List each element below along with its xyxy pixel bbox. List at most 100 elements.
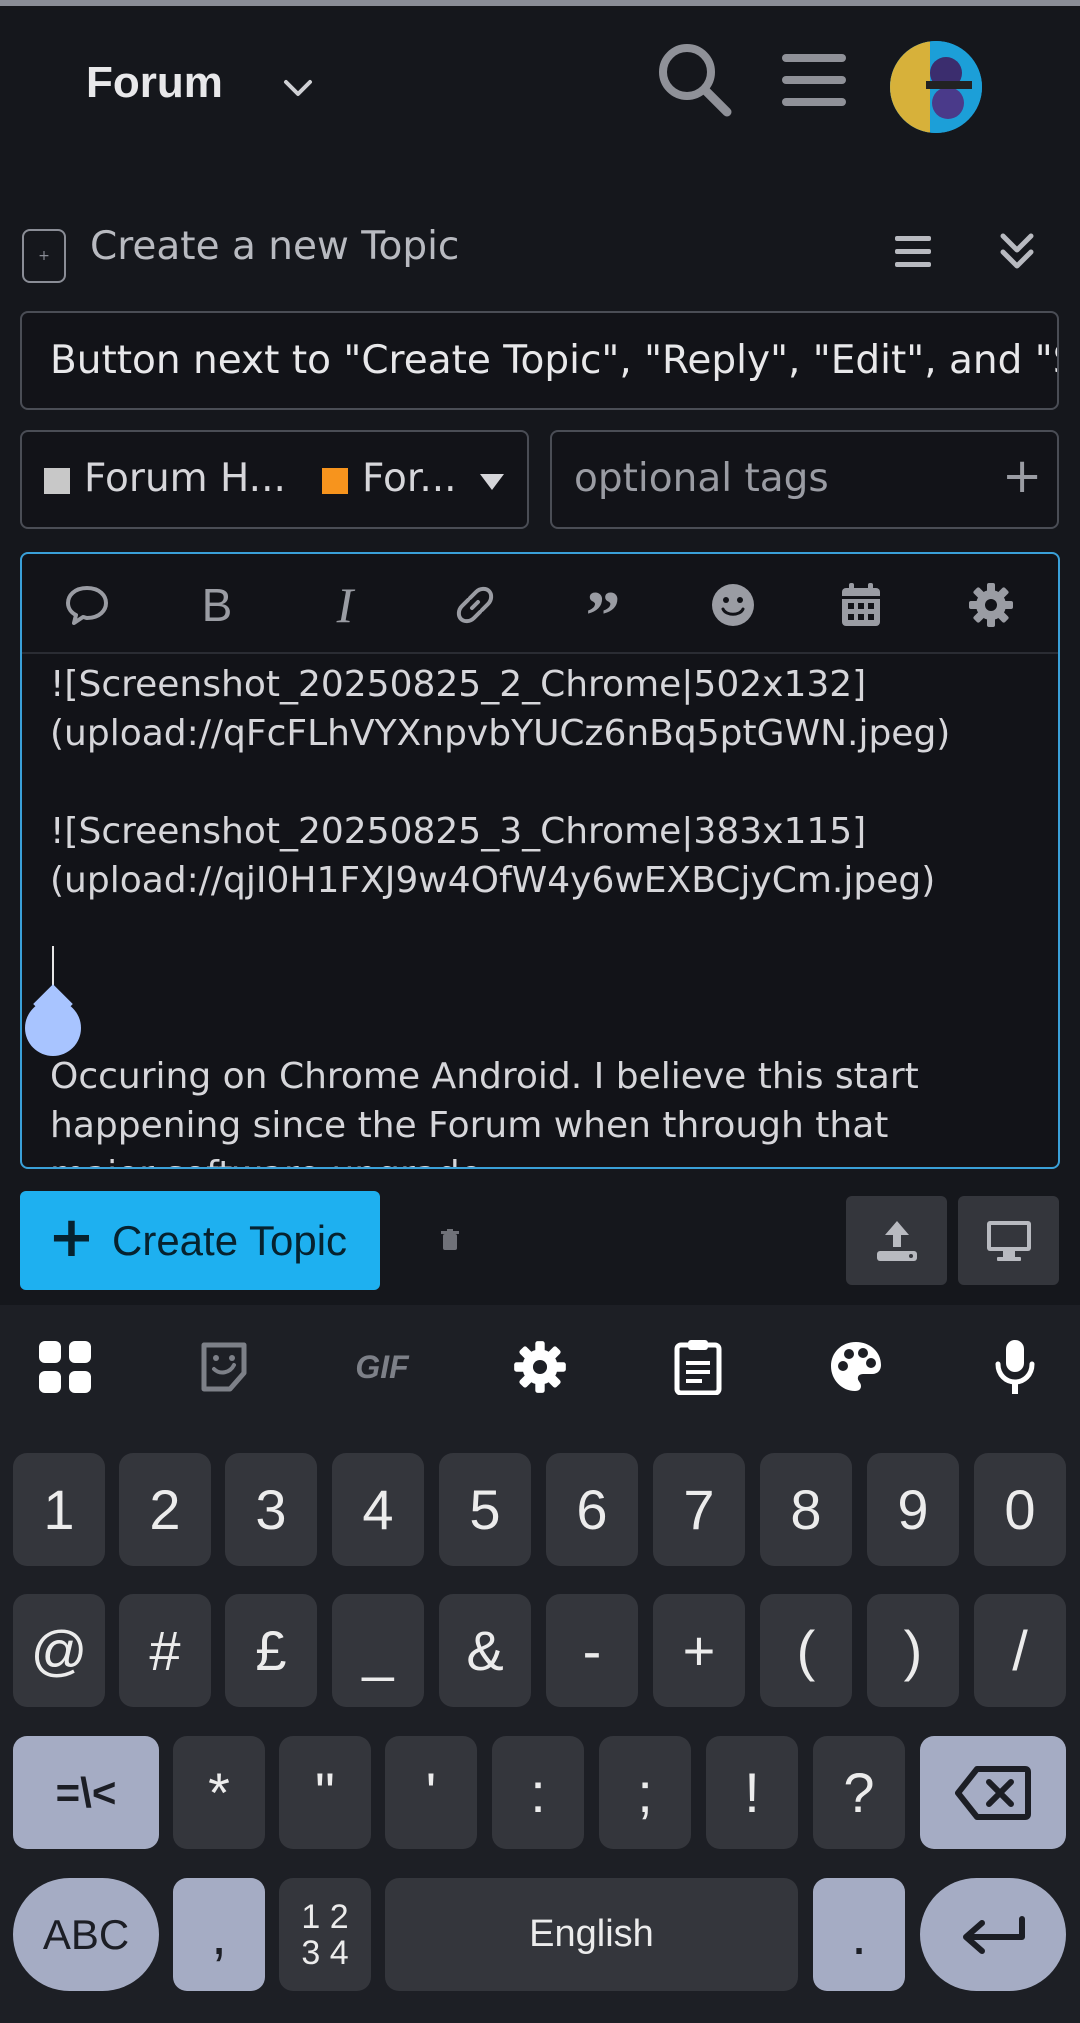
editor-line [50,954,1040,1003]
plus-icon: + [48,1205,95,1270]
more-symbols-key[interactable]: =\< [13,1736,159,1849]
editor-line [50,905,1040,954]
category-child-label: For... [362,456,457,501]
abc-key[interactable]: ABC [13,1878,159,1991]
list-icon[interactable] [893,232,933,272]
key-double-quote[interactable]: " [279,1736,371,1849]
key-exclamation[interactable]: ! [706,1736,798,1849]
keyboard-settings-icon[interactable] [508,1335,572,1399]
topic-composer: + Create a new Topic Button next to "Cre… [0,180,1080,1305]
collapse-chevrons-icon[interactable] [997,230,1037,274]
numpad-top: 1 2 [301,1897,349,1936]
key-minus[interactable]: - [546,1594,638,1707]
key-pound[interactable]: £ [225,1594,317,1707]
search-icon[interactable] [655,40,735,120]
onscreen-keyboard: GIF 1 2 3 4 5 6 7 8 9 0 @ # £ _ & - + ( … [0,1305,1080,2023]
key-open-paren[interactable]: ( [760,1594,852,1707]
chevron-down-icon[interactable] [278,68,318,108]
editor-line [50,758,1040,807]
key-colon[interactable]: : [492,1736,584,1849]
backspace-icon [955,1765,1031,1820]
editor-toolbar: B I ” [22,554,1058,654]
editor-line: ![Screenshot_20250825_3_Chrome|383x115] [50,811,867,852]
backspace-key[interactable] [920,1736,1066,1849]
key-asterisk[interactable]: * [173,1736,265,1849]
emoji-icon[interactable] [708,580,758,630]
key-2[interactable]: 2 [119,1453,211,1566]
caret-down-icon [480,474,504,490]
key-7[interactable]: 7 [653,1453,745,1566]
category-parent-color [44,468,70,494]
editor-line: major software upgrade [50,1150,1040,1167]
key-hash[interactable]: # [119,1594,211,1707]
topic-title-input[interactable]: Button next to "Create Topic", "Reply", … [20,311,1059,410]
editor-line: happening since the Forum when through t… [50,1105,889,1146]
space-key[interactable]: English [385,1878,798,1991]
create-topic-label: Create Topic [112,1217,348,1264]
desktop-icon [986,1220,1031,1261]
key-6[interactable]: 6 [546,1453,638,1566]
gif-icon[interactable]: GIF [350,1335,414,1399]
quote-bubble-icon[interactable] [62,580,112,630]
key-9[interactable]: 9 [867,1453,959,1566]
key-semicolon[interactable]: ; [599,1736,691,1849]
key-period[interactable]: . [813,1878,905,1991]
enter-arrow-icon [963,1915,1025,1954]
link-icon[interactable] [450,580,500,630]
key-comma[interactable]: , [173,1878,265,1991]
category-select[interactable]: Forum H... For... [20,430,529,529]
key-close-paren[interactable]: ) [867,1594,959,1707]
sticker-icon[interactable] [192,1335,256,1399]
numpad-bottom: 3 4 [301,1933,349,1972]
key-at[interactable]: @ [13,1594,105,1707]
site-header: Forum [0,6,1080,180]
key-single-quote[interactable]: ' [385,1736,477,1849]
editor-line [50,1003,1040,1052]
palette-icon[interactable] [824,1335,888,1399]
create-topic-button[interactable]: + Create Topic [20,1191,380,1290]
upload-icon [876,1220,917,1261]
trash-icon[interactable] [440,1229,460,1251]
gear-icon[interactable] [966,580,1016,630]
post-editor[interactable]: B I ” ![Screenshot_20250825_2_Chrome|502 [20,552,1060,1169]
site-title[interactable]: Forum [86,58,223,108]
key-ampersand[interactable]: & [439,1594,531,1707]
avatar[interactable] [890,41,982,133]
key-8[interactable]: 8 [760,1453,852,1566]
key-slash[interactable]: / [974,1594,1066,1707]
category-parent-label: Forum H... [84,456,286,501]
key-underscore[interactable]: _ [332,1594,424,1707]
bold-icon[interactable]: B [192,579,242,631]
enter-key[interactable] [920,1878,1066,1991]
italic-icon[interactable]: I [320,577,370,633]
tags-input[interactable]: optional tags + [550,430,1059,529]
numpad-key[interactable]: 1 2 3 4 [279,1878,371,1991]
apps-grid-icon[interactable] [33,1335,97,1399]
editor-line: ![Screenshot_20250825_2_Chrome|502x132] [50,664,867,705]
preview-toggle-button[interactable] [958,1196,1059,1285]
calendar-icon[interactable] [836,580,886,630]
key-5[interactable]: 5 [439,1453,531,1566]
clipboard-icon[interactable] [666,1335,730,1399]
composer-action-row: + Create a new Topic [20,218,1060,288]
hamburger-menu-icon[interactable] [780,50,848,110]
cursor-handle[interactable] [25,1000,81,1056]
composer-action-icon[interactable]: + [22,229,66,283]
editor-line: (upload://qjI0H1FXJ9w4OfW4y6wEXBCjyCm.jp… [50,860,936,901]
editor-line: Occuring on Chrome Android. I believe th… [50,1056,919,1097]
add-tag-icon[interactable]: + [1002,448,1042,504]
key-0[interactable]: 0 [974,1453,1066,1566]
category-child-color [322,468,348,494]
upload-button[interactable] [846,1196,947,1285]
blockquote-icon[interactable]: ” [578,580,628,652]
key-plus[interactable]: + [653,1594,745,1707]
key-1[interactable]: 1 [13,1453,105,1566]
editor-textarea[interactable]: ![Screenshot_20250825_2_Chrome|502x132] … [50,660,1040,1167]
tags-placeholder: optional tags [574,456,829,501]
editor-line: (upload://qFcFLhVYXnpvbYUCz6nBq5ptGWN.jp… [50,713,951,754]
microphone-icon[interactable] [983,1335,1047,1399]
key-3[interactable]: 3 [225,1453,317,1566]
key-4[interactable]: 4 [332,1453,424,1566]
key-question[interactable]: ? [813,1736,905,1849]
gif-label: GIF [355,1348,409,1385]
